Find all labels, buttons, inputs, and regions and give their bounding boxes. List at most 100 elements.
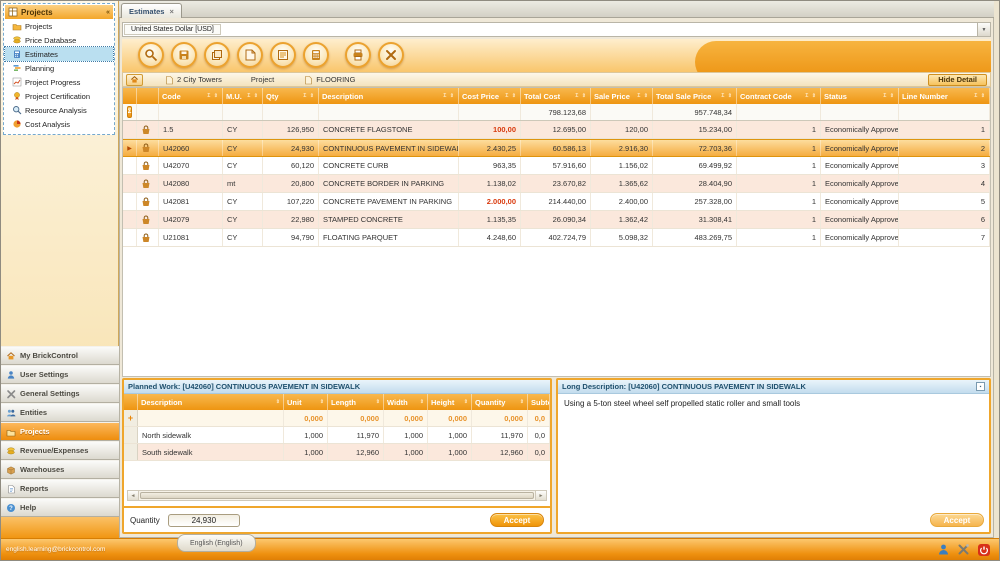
- home-button[interactable]: [126, 74, 143, 86]
- measurement-row[interactable]: North sidewalk 1,000 11,970 1,000 1,000 …: [124, 427, 550, 444]
- sidebar: Projects « Projects Price Database Estim…: [1, 1, 119, 539]
- cell-qty: 107,220: [263, 193, 319, 210]
- scroll-right-icon[interactable]: ►: [535, 491, 546, 500]
- sidebar-item-projects[interactable]: Projects: [5, 19, 113, 33]
- table-row[interactable]: 1.5 CY 126,950 CONCRETE FLAGSTONE 100,00…: [123, 121, 990, 139]
- column-header-length[interactable]: Length: [328, 394, 384, 410]
- column-header-qty[interactable]: Qty: [263, 88, 319, 104]
- column-header-quantity[interactable]: Quantity: [472, 394, 528, 410]
- report-icon: [276, 48, 290, 62]
- column-header-width[interactable]: Width: [384, 394, 428, 410]
- cell-description: STAMPED CONCRETE: [319, 211, 459, 228]
- column-header-code[interactable]: Code: [159, 88, 223, 104]
- documents-button[interactable]: [237, 42, 263, 68]
- scrollbar-thumb[interactable]: [140, 492, 534, 499]
- accept-button[interactable]: Accept: [490, 513, 544, 527]
- menu-item-general-settings[interactable]: General Settings: [1, 384, 119, 403]
- column-header-contract-code[interactable]: Contract Code: [737, 88, 821, 104]
- column-header-sale-price[interactable]: Sale Price: [591, 88, 653, 104]
- table-row[interactable]: U42070 CY 60,120 CONCRETE CURB 963,35 57…: [123, 157, 990, 175]
- menu-item-reports[interactable]: Reports: [1, 479, 119, 498]
- add-row-icon[interactable]: [124, 410, 138, 426]
- calculator-button[interactable]: [303, 42, 329, 68]
- power-button[interactable]: [976, 542, 991, 557]
- tools-button[interactable]: [378, 42, 404, 68]
- cell-status: Economically Approved: [821, 140, 899, 156]
- column-header-cost-price[interactable]: Cost Price: [459, 88, 521, 104]
- column-header-subtotal[interactable]: Subtotal: [528, 394, 550, 410]
- tree-item-label: Planning: [25, 64, 54, 73]
- collapse-panel-icon[interactable]: «: [106, 9, 110, 16]
- print-button[interactable]: [345, 42, 371, 68]
- copy-button[interactable]: [204, 42, 230, 68]
- cell: [223, 104, 263, 120]
- sidebar-item-planning[interactable]: Planning: [5, 61, 113, 75]
- currency-selector[interactable]: United States Dollar [USD] ▼: [122, 22, 991, 37]
- close-tab-icon[interactable]: ×: [169, 7, 173, 16]
- column-header-description[interactable]: Description: [138, 394, 284, 410]
- cell-width: 0,000: [384, 410, 428, 426]
- sidebar-item-project-certification[interactable]: Project Certification: [5, 89, 113, 103]
- new-measurement-row[interactable]: 0,000 0,000 0,000 0,000 0,000 0,0: [124, 410, 550, 427]
- tab-estimates[interactable]: Estimates ×: [121, 3, 182, 18]
- column-header-height[interactable]: Height: [428, 394, 472, 410]
- column-header-line-number[interactable]: Line Number: [899, 88, 990, 104]
- column-label: Subtotal: [531, 398, 550, 407]
- sidebar-menu: My BrickControl User Settings General Se…: [1, 346, 119, 517]
- cell-mu: CY: [223, 211, 263, 228]
- menu-item-revenue-expenses[interactable]: Revenue/Expenses: [1, 441, 119, 460]
- sidebar-item-resource-analysis[interactable]: Resource Analysis: [5, 103, 113, 117]
- report-button[interactable]: [270, 42, 296, 68]
- table-row[interactable]: U21081 CY 94,790 FLOATING PARQUET 4.248,…: [123, 229, 990, 247]
- chevron-down-icon[interactable]: ▼: [977, 23, 990, 36]
- language-selector[interactable]: English (English): [177, 534, 256, 552]
- sidebar-item-project-progress[interactable]: Project Progress: [5, 75, 113, 89]
- save-button[interactable]: [171, 42, 197, 68]
- menu-item-projects[interactable]: Projects: [1, 422, 119, 441]
- breadcrumb-chapter[interactable]: FLOORING: [303, 75, 355, 85]
- cell-total-sale-price: 483.269,75: [653, 229, 737, 246]
- table-row[interactable]: U42079 CY 22,980 STAMPED CONCRETE 1.135,…: [123, 211, 990, 229]
- user-status-button[interactable]: [936, 542, 951, 557]
- sidebar-item-price-database[interactable]: Price Database: [5, 33, 113, 47]
- header-icon-cell: [137, 88, 159, 104]
- menu-item-warehouses[interactable]: Warehouses: [1, 460, 119, 479]
- cell-length: 0,000: [328, 410, 384, 426]
- breadcrumb-project[interactable]: 2 City Towers: [164, 75, 222, 85]
- column-header-mu[interactable]: M.U.: [223, 88, 263, 104]
- menu-item-user-settings[interactable]: User Settings: [1, 365, 119, 384]
- cell-cost-price: 1.135,35: [459, 211, 521, 228]
- table-row[interactable]: U42080 mt 20,800 CONCRETE BORDER IN PARK…: [123, 175, 990, 193]
- scroll-left-icon[interactable]: ◄: [128, 491, 139, 500]
- column-header-total-sale-price[interactable]: Total Sale Price: [653, 88, 737, 104]
- table-row-selected[interactable]: U42060 CY 24,930 CONTINUOUS PAVEMENT IN …: [123, 139, 990, 157]
- cell-unit: 1,000: [284, 427, 328, 443]
- cell-mu: CY: [223, 121, 263, 138]
- hide-detail-button[interactable]: Hide Detail: [928, 74, 987, 86]
- menu-item-my-brickcontrol[interactable]: My BrickControl: [1, 346, 119, 365]
- accept-button[interactable]: Accept: [930, 513, 984, 527]
- quantity-input[interactable]: [168, 514, 240, 527]
- cell-contract-code: 1: [737, 175, 821, 192]
- search-button[interactable]: [138, 42, 164, 68]
- measurement-row[interactable]: South sidewalk 1,000 12,960 1,000 1,000 …: [124, 444, 550, 461]
- menu-item-entities[interactable]: Entities: [1, 403, 119, 422]
- table-row[interactable]: U42081 CY 107,220 CONCRETE PAVEMENT IN P…: [123, 193, 990, 211]
- breadcrumb-level[interactable]: Project: [251, 75, 274, 84]
- sidebar-item-cost-analysis[interactable]: Cost Analysis: [5, 117, 113, 131]
- sidebar-item-estimates[interactable]: Estimates: [5, 47, 113, 61]
- pin-icon[interactable]: ▪: [976, 382, 985, 391]
- long-description-text[interactable]: Using a 5-ton steel wheel self propelled…: [558, 394, 989, 415]
- column-header-unit[interactable]: Unit: [284, 394, 328, 410]
- cell-subtotal: 0,0: [528, 427, 550, 443]
- menu-item-help[interactable]: ? Help: [1, 498, 119, 517]
- horizontal-scrollbar[interactable]: ◄ ►: [127, 490, 547, 501]
- magnifier-icon: [12, 105, 22, 115]
- row-indicator: [123, 229, 137, 246]
- tools-status-button[interactable]: [956, 542, 971, 557]
- column-header-total-cost[interactable]: Total Cost: [521, 88, 591, 104]
- column-header-status[interactable]: Status: [821, 88, 899, 104]
- column-header-description[interactable]: Description: [319, 88, 459, 104]
- cell-status: Economically Approved: [821, 175, 899, 192]
- cell-total-cost: 60.586,13: [521, 140, 591, 156]
